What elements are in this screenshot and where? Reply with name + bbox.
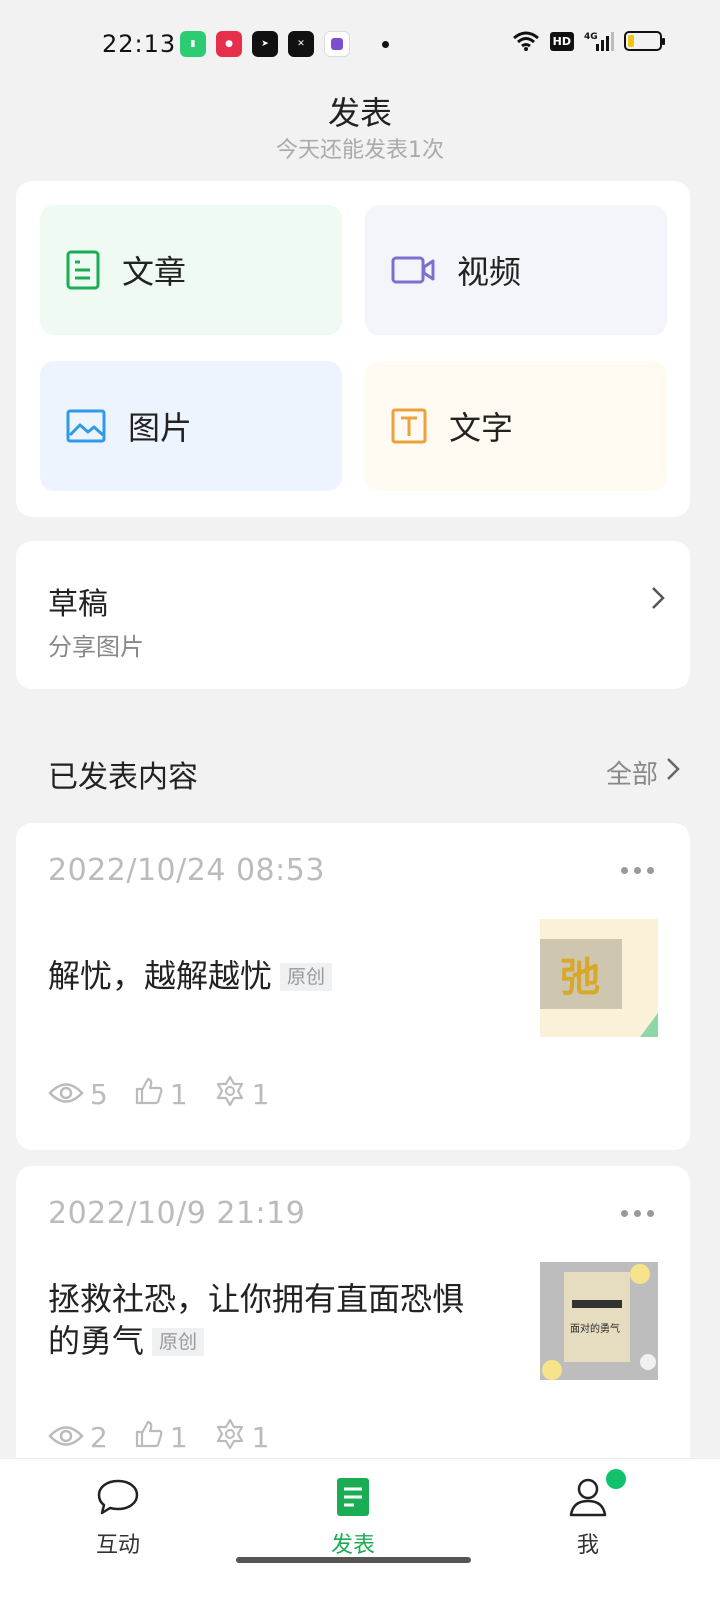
battery-icon <box>624 31 665 51</box>
drafts-card[interactable]: 草稿 分享图片 <box>16 541 690 689</box>
eye-icon <box>48 1421 84 1454</box>
more-notifications-dot <box>382 40 389 48</box>
publish-text-button[interactable]: 文字 <box>365 361 667 491</box>
views-count: 2 <box>90 1421 108 1454</box>
post-timestamp: 2022/10/24 08:53 <box>48 853 325 888</box>
views-stat: 5 <box>48 1078 108 1111</box>
post-title-row: 拯救社恐，让你拥有直面恐惧的勇气 原创 <box>48 1278 488 1362</box>
page-subtitle: 今天还能发表1次 <box>276 138 444 163</box>
post-title-row: 解忧，越解越忧 原创 <box>48 955 488 997</box>
post-timestamp: 2022/10/9 21:19 <box>48 1196 306 1231</box>
signal-icon: 4G <box>584 32 614 51</box>
battery-app-icon: ▮ <box>180 31 206 57</box>
shares-count: 1 <box>251 1078 270 1111</box>
notification-dot <box>606 1469 626 1489</box>
publish-video-label: 视频 <box>457 253 522 291</box>
news-app-icon: ● <box>216 31 242 57</box>
publish-image-label: 图片 <box>128 409 193 447</box>
nav-item-interact[interactable]: 互动 <box>58 1477 178 1559</box>
image-icon <box>66 409 106 443</box>
system-icons: HD 4G <box>512 30 665 52</box>
shares-count: 1 <box>251 1421 270 1454</box>
publish-doc-icon <box>336 1478 370 1521</box>
post-stats: 5 1 1 <box>48 1075 295 1114</box>
status-bar: 22:13 ▮ ● ➤ ✕ HD 4G <box>0 0 720 90</box>
nav-item-publish[interactable]: 发表 <box>293 1477 413 1559</box>
publish-article-button[interactable]: 文章 <box>40 205 342 335</box>
likes-stat: 1 <box>134 1076 188 1113</box>
person-icon <box>568 1477 608 1521</box>
original-badge: 原创 <box>280 963 333 991</box>
feather-app-icon: ➤ <box>252 31 278 57</box>
drafts-title: 草稿 <box>48 587 108 622</box>
post-thumbnail[interactable]: 弛 <box>540 919 658 1037</box>
hd-icon: HD <box>549 31 574 51</box>
thumb-text: 弛 <box>560 955 600 1001</box>
thumb-text: 面对的勇气 <box>570 1322 620 1335</box>
publish-article-label: 文章 <box>122 253 187 291</box>
published-section-title: 已发表内容 <box>48 760 198 795</box>
view-all-label: 全部 <box>605 760 658 790</box>
home-indicator[interactable] <box>236 1557 471 1563</box>
nav-label: 我 <box>576 1533 599 1558</box>
original-badge: 原创 <box>152 1328 205 1356</box>
chat-bubble-icon <box>96 1479 140 1521</box>
chevron-right-icon <box>650 585 666 615</box>
views-stat: 2 <box>48 1421 108 1454</box>
views-count: 5 <box>90 1078 108 1111</box>
status-time: 22:13 <box>102 30 177 58</box>
likes-stat: 1 <box>134 1419 188 1456</box>
post-thumbnail[interactable]: 面对的勇气 <box>540 1262 658 1380</box>
drafts-subtitle: 分享图片 <box>48 633 144 661</box>
post-stats: 2 1 1 <box>48 1418 295 1457</box>
post-title: 拯救社恐，让你拥有直面恐惧的勇气 <box>48 1280 465 1360</box>
thumbs-up-icon <box>134 1419 164 1456</box>
view-all-link[interactable]: 全部 <box>606 754 680 791</box>
video-icon <box>391 255 435 285</box>
post-title: 解忧，越解越忧 <box>48 957 273 995</box>
publish-options-card: 文章 视频 图片 文字 <box>16 181 690 517</box>
post-card[interactable]: 2022/10/9 21:19 拯救社恐，让你拥有直面恐惧的勇气 原创 面对的勇气… <box>16 1166 690 1496</box>
share-hexagram-icon <box>214 1075 246 1114</box>
publish-video-button[interactable]: 视频 <box>365 205 667 335</box>
post-card[interactable]: 2022/10/24 08:53 解忧，越解越忧 原创 弛 5 1 1 <box>16 823 690 1150</box>
chevron-right-icon <box>666 757 680 788</box>
text-icon <box>391 408 427 444</box>
more-options-icon[interactable] <box>621 1210 654 1217</box>
more-options-icon[interactable] <box>621 867 654 874</box>
eye-icon <box>48 1078 84 1111</box>
article-icon <box>66 250 100 290</box>
likes-count: 1 <box>169 1421 188 1454</box>
wifi-icon <box>512 31 539 51</box>
publish-image-button[interactable]: 图片 <box>40 361 342 491</box>
nav-item-me[interactable]: 我 <box>528 1469 648 1559</box>
notification-icons: ▮ ● ➤ ✕ <box>180 31 389 57</box>
likes-count: 1 <box>169 1078 188 1111</box>
bottom-nav: 互动 发表 我 <box>0 1458 720 1600</box>
capcut-app-icon: ✕ <box>288 31 314 57</box>
purple-app-icon <box>324 31 350 57</box>
network-type-label: 4G <box>584 32 598 42</box>
shares-stat: 1 <box>214 1075 270 1114</box>
nav-label: 互动 <box>95 1533 140 1558</box>
thumbs-up-icon <box>134 1076 164 1113</box>
share-hexagram-icon <box>214 1418 246 1457</box>
shares-stat: 1 <box>214 1418 270 1457</box>
publish-text-label: 文字 <box>449 409 514 447</box>
nav-label: 发表 <box>330 1533 375 1558</box>
page-title: 发表 <box>327 94 392 132</box>
